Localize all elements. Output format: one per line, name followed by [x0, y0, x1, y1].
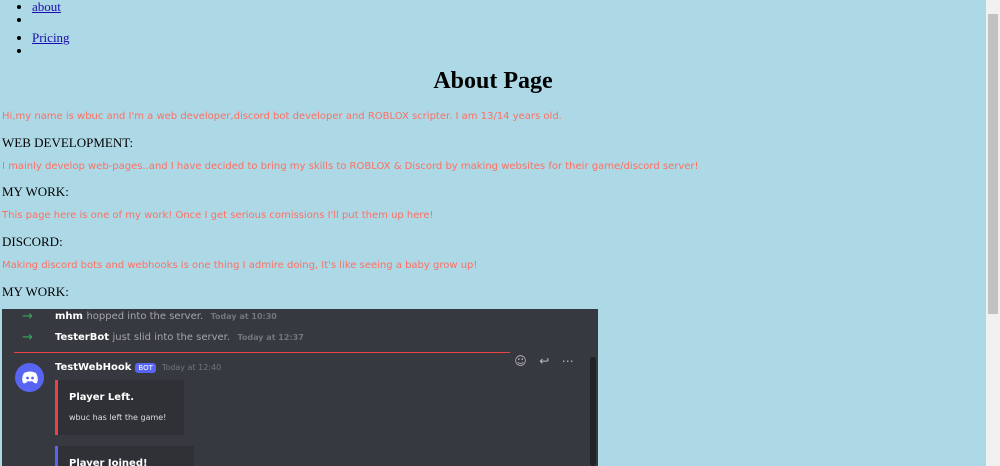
page: about Pricing About Page Hi,my name is w… — [0, 0, 986, 466]
discord-screenshot: → mhm hopped into the server. Today at 1… — [2, 309, 598, 466]
section-text-my-work: This page here is one of my work! Once I… — [2, 210, 434, 221]
discord-logo-icon — [21, 371, 38, 383]
section-heading-my-work: MY WORK: — [2, 184, 69, 199]
nav-item-pricing: Pricing — [32, 31, 986, 44]
page-title: About Page — [433, 68, 553, 94]
system-message: mhm hopped into the server. Today at 10:… — [55, 311, 277, 322]
section-heading-web-development: WEB DEVELOPMENT: — [2, 135, 134, 150]
section-text-web-development: I mainly develop web-pages..and I have d… — [2, 161, 699, 172]
discord-scrollbar[interactable] — [590, 357, 596, 466]
system-message-text: just slid into the server. — [112, 331, 231, 343]
add-reaction-icon[interactable]: ☺ — [514, 354, 527, 368]
nav-item-empty-2 — [32, 44, 986, 57]
system-message-username: mhm — [55, 310, 83, 322]
message-header: TestWebHook BOT Today at 12:40 — [55, 362, 221, 373]
system-message-username: TesterBot — [55, 331, 109, 343]
section-text-discord: Making discord bots and webhooks is one … — [2, 260, 478, 271]
new-messages-divider — [14, 352, 510, 353]
nav-link-about[interactable]: about — [32, 0, 61, 14]
intro-text: Hi,my name is wbuc and I'm a web develop… — [2, 111, 562, 122]
nav-item-about: about — [32, 0, 986, 13]
message-actions: ☺ ↩ ⋯ — [508, 351, 580, 371]
section-heading-my-work-2: MY WORK: — [2, 284, 69, 299]
embed-player-joined: Player Joined! — [55, 446, 194, 466]
reply-icon[interactable]: ↩ — [539, 354, 549, 368]
discord-avatar[interactable] — [15, 363, 44, 392]
system-message-row: → mhm hopped into the server. Today at 1… — [2, 309, 598, 326]
nav-link-pricing[interactable]: Pricing — [32, 30, 70, 45]
embed-title: Player Left. — [69, 392, 134, 403]
section-heading-discord: DISCORD: — [2, 234, 63, 249]
join-arrow-icon: → — [22, 329, 33, 345]
embed-title: Player Joined! — [69, 458, 148, 466]
page-scrollbar[interactable] — [986, 0, 1000, 466]
nav-item-empty-1 — [32, 13, 986, 26]
system-message-time: Today at 12:37 — [237, 332, 304, 342]
message-time: Today at 12:40 — [161, 363, 222, 372]
system-message-row: → TesterBot just slid into the server. T… — [2, 327, 598, 347]
system-message: TesterBot just slid into the server. Tod… — [55, 332, 304, 343]
message-username[interactable]: TestWebHook — [55, 362, 131, 373]
nav-list: about Pricing — [0, 0, 986, 57]
join-arrow-icon: → — [22, 309, 33, 324]
bot-badge: BOT — [135, 362, 156, 373]
system-message-text: hopped into the server. — [86, 310, 204, 322]
embed-description: wbuc has left the game! — [69, 413, 167, 422]
more-options-icon[interactable]: ⋯ — [562, 354, 574, 368]
embed-player-left: Player Left. wbuc has left the game! — [55, 380, 184, 435]
system-message-time: Today at 10:30 — [210, 311, 277, 321]
scrollbar-thumb[interactable] — [988, 14, 998, 314]
